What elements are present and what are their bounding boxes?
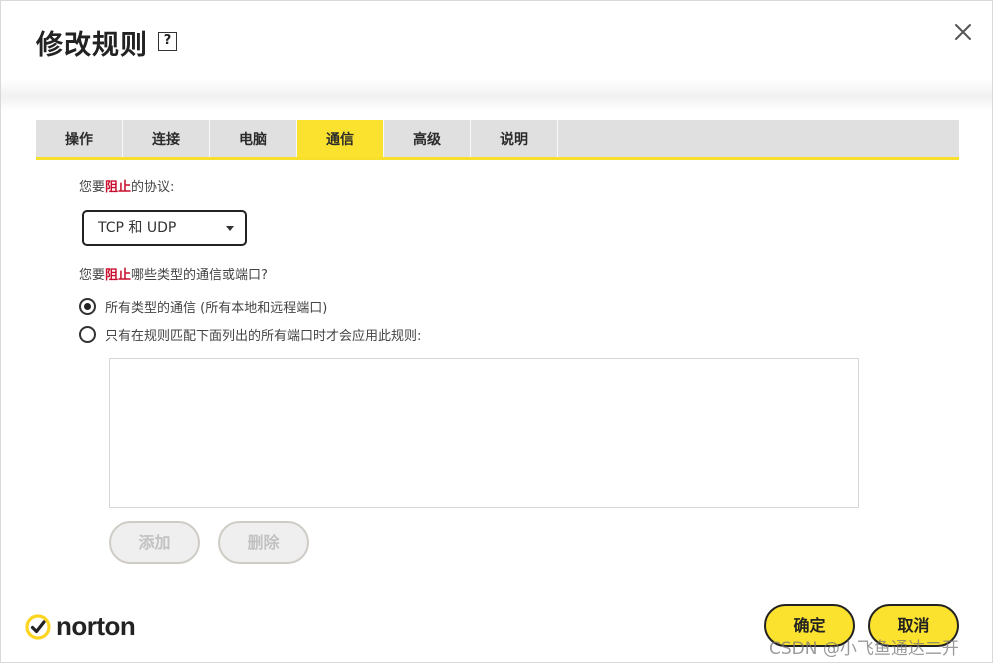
- dialog-header: 修改规则 ?: [1, 1, 992, 111]
- add-port-button[interactable]: 添加: [109, 521, 200, 564]
- watermark-text: CSDN @小飞鱼通达二开: [769, 639, 959, 659]
- tab-action[interactable]: 操作: [36, 120, 123, 157]
- norton-wordmark: norton: [56, 611, 136, 641]
- radio-listed-ports-label: 只有在规则匹配下面列出的所有端口时才会应用此规则:: [105, 328, 422, 344]
- radio-button-checked[interactable]: [79, 297, 96, 315]
- radio-button-unchecked[interactable]: [79, 325, 96, 343]
- modify-rule-dialog: 修改规则 ? 操作 连接 电脑 通信 高级 说明 您要阻止的协议: TCP 和 …: [0, 0, 993, 663]
- radio-all-traffic[interactable]: 所有类型的通信 (所有本地和远程端口): [79, 296, 327, 316]
- protocol-prompt-emphasis: 阻止: [105, 180, 132, 195]
- protocol-prompt-prefix: 您要: [79, 180, 106, 195]
- traffic-prompt-emphasis: 阻止: [105, 268, 132, 283]
- tab-advanced[interactable]: 高级: [384, 120, 471, 157]
- protocol-prompt-suffix: 的协议:: [131, 180, 175, 195]
- tab-description[interactable]: 说明: [471, 120, 558, 157]
- protocol-prompt: 您要阻止的协议:: [79, 176, 174, 195]
- delete-port-button[interactable]: 删除: [218, 521, 309, 564]
- tab-communication[interactable]: 通信: [297, 120, 384, 157]
- tab-computer[interactable]: 电脑: [210, 120, 297, 157]
- tab-connection[interactable]: 连接: [123, 120, 210, 157]
- protocol-select-value: TCP 和 UDP: [98, 220, 177, 236]
- dialog-title: 修改规则: [36, 30, 148, 61]
- radio-listed-ports[interactable]: 只有在规则匹配下面列出的所有端口时才会应用此规则:: [79, 324, 421, 344]
- traffic-prompt-suffix: 哪些类型的通信或端口?: [131, 268, 268, 283]
- tab-bar: 操作 连接 电脑 通信 高级 说明: [36, 120, 959, 160]
- traffic-prompt-prefix: 您要: [79, 268, 106, 283]
- close-icon[interactable]: [952, 21, 974, 43]
- help-icon[interactable]: ?: [158, 32, 177, 51]
- norton-check-icon: [25, 613, 51, 640]
- ports-list[interactable]: [109, 358, 859, 508]
- norton-logo: norton: [25, 611, 136, 642]
- protocol-select[interactable]: TCP 和 UDP: [82, 210, 247, 246]
- chevron-down-icon: [226, 226, 234, 231]
- traffic-prompt: 您要阻止哪些类型的通信或端口?: [79, 264, 268, 283]
- radio-all-traffic-label: 所有类型的通信 (所有本地和远程端口): [105, 300, 328, 316]
